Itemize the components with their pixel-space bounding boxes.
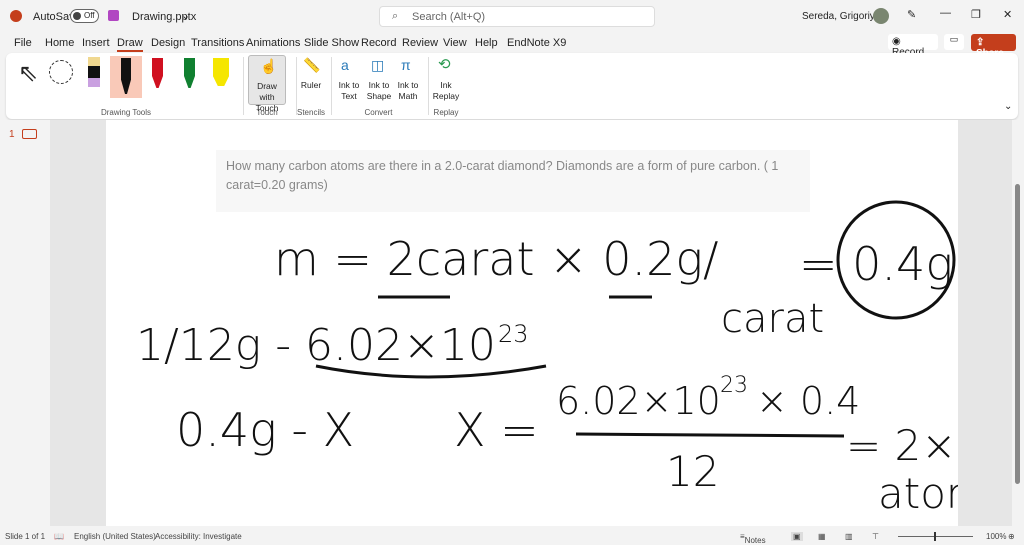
record-button[interactable]: ◉ Record	[888, 34, 938, 58]
spell-check-icon[interactable]: 📖	[54, 532, 64, 541]
tab-draw[interactable]: Draw	[117, 37, 143, 52]
tab-slide-show[interactable]: Slide Show	[304, 37, 359, 49]
zoom-slider[interactable]	[898, 532, 973, 541]
chevron-down-icon[interactable]: ⌄	[181, 9, 190, 22]
black-pen-icon[interactable]	[110, 56, 142, 98]
ink-numerator: 6.02×10	[556, 379, 721, 423]
ink-line2: 1/12g - 6.02×10	[136, 320, 496, 371]
select-tool-icon[interactable]: ⇖	[18, 59, 38, 88]
reading-view-icon[interactable]: ▥	[845, 532, 853, 541]
status-bar: Slide 1 of 1 📖 English (United States) A…	[0, 528, 1024, 545]
ink-to-math-icon: π	[401, 57, 411, 73]
close-button[interactable]: ✕	[1003, 8, 1012, 21]
ink-replay-button[interactable]: ⟲ Ink Replay	[432, 55, 460, 101]
ribbon: ⇖ Drawing Tools ☝ Draw with Touch Touch …	[6, 53, 1018, 119]
tab-record[interactable]: Record	[361, 37, 396, 49]
slide-indicator: Slide 1 of 1	[5, 532, 46, 541]
normal-view-icon[interactable]: ▣	[791, 532, 803, 541]
lasso-select-icon[interactable]	[49, 60, 73, 84]
title-bar: AutoSave Off Drawing.pptx ⌄ ⌕ Search (Al…	[0, 0, 1024, 32]
ink-to-shape-icon: ◫	[371, 57, 385, 73]
draw-with-touch-button[interactable]: ☝ Draw with Touch	[248, 55, 286, 113]
autosave-toggle[interactable]: Off	[70, 9, 99, 23]
ink-to-text-button[interactable]: a Ink to Text	[336, 55, 362, 101]
ink-denominator: 12	[666, 447, 719, 496]
tab-review[interactable]: Review	[402, 37, 438, 49]
ink-numerator-tail: × 0.4	[756, 379, 860, 423]
minimize-button[interactable]: —	[940, 7, 951, 19]
language[interactable]: English (United States)	[74, 532, 156, 541]
vertical-scrollbar[interactable]	[1012, 120, 1024, 526]
pen-icon[interactable]: ✎	[907, 8, 916, 21]
tab-transitions[interactable]: Transitions	[191, 37, 244, 49]
touch-hand-icon: ☝	[260, 58, 278, 74]
ink-line1-result: = 0.4g	[799, 237, 953, 291]
slide-number: 1	[9, 129, 15, 140]
tab-endnote[interactable]: EndNote X9	[507, 37, 566, 49]
zoom-level[interactable]: 100%	[986, 532, 1006, 541]
share-button[interactable]: ⇪ Share	[971, 34, 1016, 59]
tab-help[interactable]: Help	[475, 37, 498, 49]
slide-thumbnail-pane: 1	[0, 120, 50, 526]
tab-insert[interactable]: Insert	[82, 37, 110, 49]
restore-button[interactable]: ❐	[971, 8, 981, 21]
slide-canvas[interactable]: How many carbon atoms are there in a 2.0…	[106, 120, 958, 526]
highlighter-icon[interactable]	[213, 58, 229, 86]
collapse-ribbon-icon[interactable]: ⌄	[1004, 101, 1012, 112]
notes-button[interactable]: ≡ Notes	[740, 532, 766, 545]
ink-fraction-bar	[575, 432, 845, 438]
tab-animations[interactable]: Animations	[246, 37, 300, 49]
tab-design[interactable]: Design	[151, 37, 185, 49]
ink-line1-carat: carat	[721, 296, 824, 342]
tab-home[interactable]: Home	[45, 37, 74, 49]
replay-icon: ⟲	[438, 56, 451, 73]
fit-to-window-icon[interactable]: ⊕	[1008, 532, 1015, 541]
powerpoint-logo-icon	[10, 10, 22, 22]
red-pen-icon[interactable]	[152, 58, 163, 88]
ink-line1: m = 2carat × 0.2g/	[274, 232, 719, 286]
ink-to-text-icon: a	[341, 57, 349, 73]
menu-bar: File Home Insert Draw Design Transitions…	[0, 32, 1024, 59]
search-icon: ⌕	[392, 10, 399, 22]
slide-sorter-icon[interactable]: ▦	[818, 532, 826, 541]
ink-to-shape-button[interactable]: ◫ Ink to Shape	[366, 55, 392, 101]
ink-atoms: atoms	[878, 469, 958, 518]
ink-line3-proportion: 0.4g - X	[176, 403, 354, 457]
green-pen-icon[interactable]	[184, 58, 195, 88]
slideshow-icon[interactable]: ⊤	[872, 532, 879, 541]
avatar[interactable]	[873, 8, 889, 24]
tab-file[interactable]: File	[14, 37, 32, 49]
ruler-button[interactable]: 📏 Ruler	[299, 55, 323, 95]
search-box[interactable]: ⌕ Search (Alt+Q)	[379, 6, 655, 27]
ink-numerator-exponent: 23	[720, 373, 748, 398]
ink-drawing: m = 2carat × 0.2g/ carat = 0.4g 1/12g - …	[136, 200, 958, 518]
slide-thumbnail[interactable]	[22, 129, 37, 139]
ruler-icon: 📏	[303, 57, 321, 73]
user-name[interactable]: Sereda, Grigoriy A	[802, 11, 884, 22]
eraser-icon[interactable]	[88, 57, 100, 87]
accessibility-status[interactable]: Accessibility: Investigate	[155, 532, 242, 541]
comments-button[interactable]: ▭	[944, 34, 964, 50]
ink-result: = 2×10	[846, 421, 958, 470]
ink-line2-exponent: 23	[498, 320, 529, 348]
save-icon[interactable]	[108, 10, 119, 21]
ink-to-math-button[interactable]: π Ink to Math	[395, 55, 421, 101]
ink-line3-x: X =	[454, 403, 539, 457]
tab-view[interactable]: View	[443, 37, 467, 49]
